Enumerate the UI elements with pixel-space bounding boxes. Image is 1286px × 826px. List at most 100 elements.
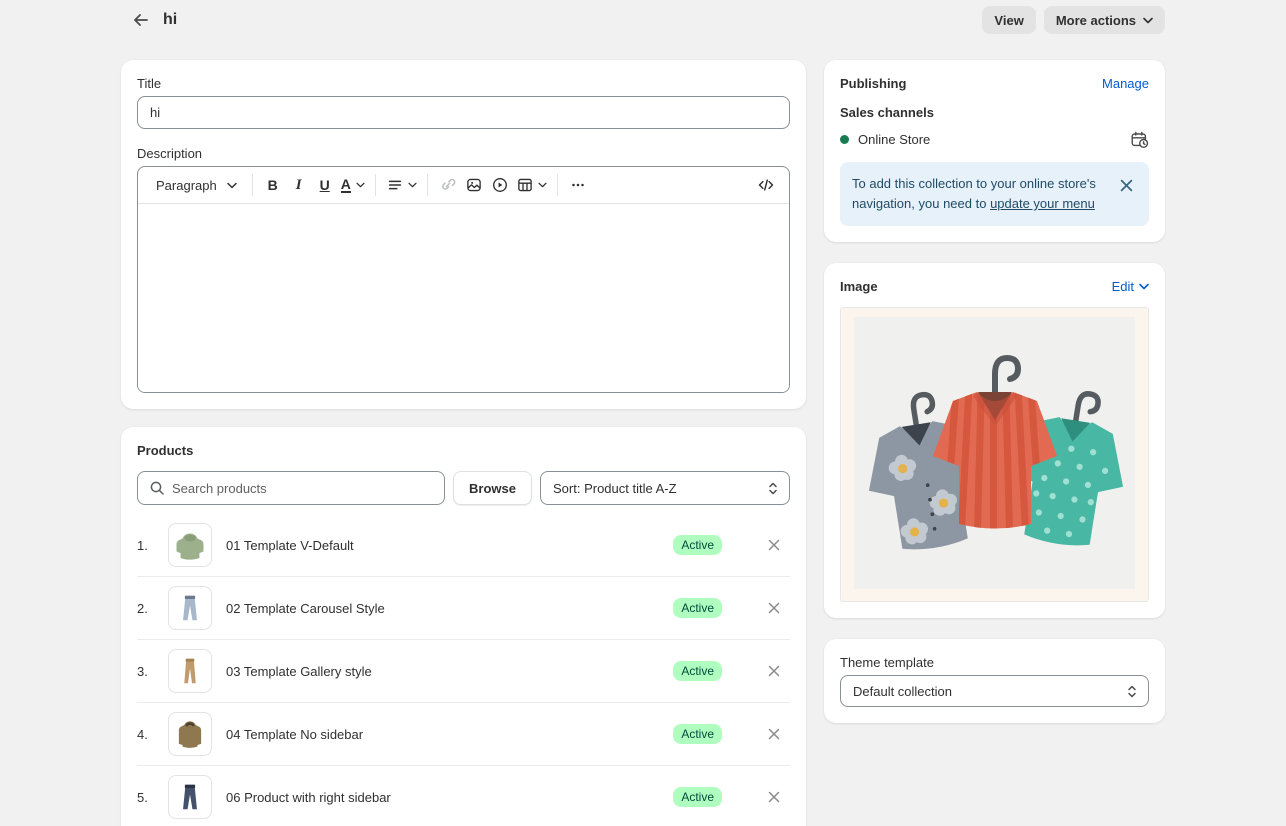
view-button[interactable]: View	[982, 6, 1035, 34]
jeans-light-image	[172, 590, 208, 626]
table-row: 3. 03 Template Gallery style Active	[137, 640, 790, 703]
table-row: 2. 02 Template Carousel Style Active	[137, 577, 790, 640]
text-color-icon: A	[341, 177, 351, 194]
select-caret-icon	[766, 481, 780, 496]
toolbar-divider	[557, 174, 558, 196]
sales-channels-label: Sales channels	[840, 105, 1149, 120]
shirts-illustration	[841, 308, 1148, 601]
products-heading: Products	[137, 443, 790, 458]
chevron-down-icon	[408, 182, 417, 188]
table-icon	[516, 176, 534, 194]
alignment-button[interactable]	[383, 171, 420, 199]
remove-product-button[interactable]	[760, 594, 788, 622]
product-thumbnail	[168, 649, 212, 693]
schedule-calendar-icon[interactable]	[1130, 130, 1149, 149]
channel-row: Online Store	[840, 130, 1149, 149]
product-thumbnail	[168, 586, 212, 630]
show-html-button[interactable]	[753, 171, 779, 199]
close-icon	[1120, 179, 1133, 192]
back-button[interactable]	[127, 6, 155, 34]
rich-text-editor: Paragraph B I U A	[137, 166, 790, 393]
editor-toolbar: Paragraph B I U A	[138, 167, 789, 204]
banner-dismiss-button[interactable]	[1115, 174, 1137, 196]
chevron-down-icon	[1139, 283, 1149, 290]
info-banner: To add this collection to your online st…	[840, 162, 1149, 226]
main-content: Title Description Paragraph B I	[121, 60, 1165, 826]
product-thumbnail	[168, 712, 212, 756]
publishing-heading: Publishing	[840, 76, 906, 91]
play-circle-icon	[491, 176, 509, 194]
table-row: 4. 04 Template No sidebar Active	[137, 703, 790, 766]
title-label: Title	[137, 76, 790, 91]
browse-button[interactable]: Browse	[453, 471, 532, 505]
bold-icon: B	[268, 177, 278, 193]
select-caret-icon	[1125, 684, 1139, 699]
bold-button[interactable]: B	[260, 171, 286, 199]
insert-video-button[interactable]	[487, 171, 513, 199]
table-row: 5. 06 Product with right sidebar Active	[137, 766, 790, 826]
hoodie-sage-image	[172, 527, 208, 563]
remove-product-button[interactable]	[760, 657, 788, 685]
jeans-dark-image	[172, 779, 208, 815]
status-badge: Active	[673, 724, 722, 744]
insert-table-button[interactable]	[513, 171, 550, 199]
close-icon	[768, 539, 780, 551]
toolbar-divider	[252, 174, 253, 196]
page-title: hi	[163, 11, 177, 29]
chevron-down-icon	[538, 182, 547, 188]
underline-button[interactable]: U	[312, 171, 338, 199]
underline-icon: U	[320, 177, 330, 193]
title-card: Title Description Paragraph B I	[121, 60, 806, 409]
table-row: 1. 01 Template V-Default Active	[137, 514, 790, 577]
pants-tan-image	[172, 653, 208, 689]
remove-product-button[interactable]	[760, 783, 788, 811]
remove-product-button[interactable]	[760, 531, 788, 559]
arrow-left-icon	[132, 11, 150, 29]
image-card: Image Edit	[824, 263, 1165, 618]
theme-template-card: Theme template Default collection	[824, 639, 1165, 723]
text-color-button[interactable]: A	[338, 171, 368, 199]
product-list: 1. 01 Template V-Default Active	[137, 514, 790, 826]
italic-icon: I	[296, 177, 302, 194]
chevron-down-icon	[227, 182, 237, 189]
toolbar-divider	[375, 174, 376, 196]
description-label: Description	[137, 146, 790, 161]
channel-name: Online Store	[858, 132, 930, 147]
manage-link[interactable]: Manage	[1102, 76, 1149, 91]
product-thumbnail	[168, 523, 212, 567]
products-card: Products Browse Sort: Product title A-Z	[121, 427, 806, 826]
sort-select[interactable]: Sort: Product title A-Z	[540, 471, 790, 505]
channel-status-dot	[840, 135, 849, 144]
link-icon	[439, 176, 457, 194]
theme-template-select[interactable]: Default collection	[840, 675, 1149, 707]
title-input[interactable]	[137, 96, 790, 129]
publishing-card: Publishing Manage Sales channels Online …	[824, 60, 1165, 242]
ellipsis-icon	[569, 176, 587, 194]
italic-button[interactable]: I	[286, 171, 312, 199]
more-actions-button[interactable]: More actions	[1044, 6, 1165, 34]
toolbar-divider	[427, 174, 428, 196]
status-badge: Active	[673, 535, 722, 555]
update-your-menu-link[interactable]: update your menu	[990, 196, 1095, 211]
close-icon	[768, 602, 780, 614]
code-icon	[757, 176, 775, 194]
status-badge: Active	[673, 598, 722, 618]
align-left-icon	[386, 176, 404, 194]
insert-image-button[interactable]	[461, 171, 487, 199]
close-icon	[768, 665, 780, 677]
remove-product-button[interactable]	[760, 720, 788, 748]
image-heading: Image	[840, 279, 878, 294]
collection-image[interactable]	[840, 307, 1149, 602]
description-editor-area[interactable]	[138, 204, 789, 392]
banner-message: To add this collection to your online st…	[852, 174, 1109, 214]
paragraph-style-dropdown[interactable]: Paragraph	[148, 171, 245, 199]
edit-image-dropdown[interactable]: Edit	[1112, 279, 1149, 294]
status-badge: Active	[673, 787, 722, 807]
more-formatting-button[interactable]	[565, 171, 591, 199]
search-icon	[149, 480, 165, 496]
search-products-field	[137, 471, 445, 505]
chevron-down-icon	[1143, 17, 1153, 24]
top-bar: hi View More actions	[0, 0, 1286, 36]
insert-link-button[interactable]	[435, 171, 461, 199]
search-products-input[interactable]	[172, 481, 433, 496]
